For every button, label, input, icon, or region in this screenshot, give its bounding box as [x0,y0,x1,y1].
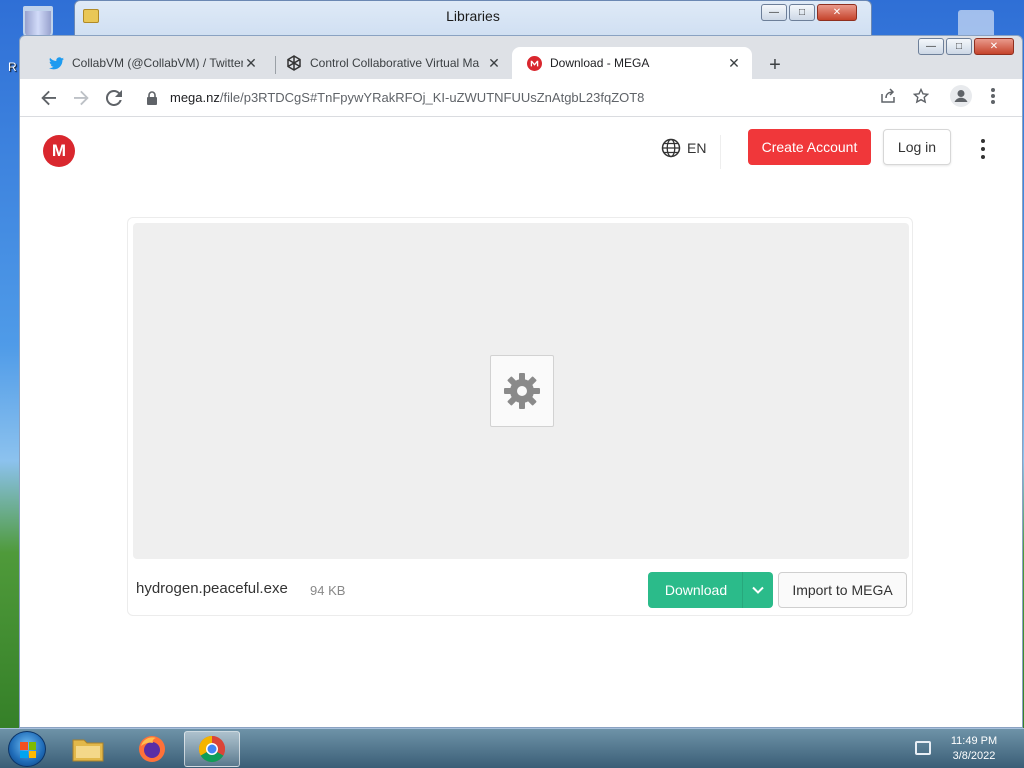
arrow-right-icon [74,90,89,106]
language-label: EN [687,140,707,156]
window-controls: — □ ✕ [761,4,857,21]
taskbar-chrome[interactable] [184,731,240,767]
download-label: Download [664,582,728,598]
mega-page: M EN Create Account Log in hydrogen.peac… [20,117,1022,727]
tab-strip: CollabVM (@CollabVM) / Twitter ✕ Control… [20,44,1022,79]
close-tab-icon[interactable]: ✕ [486,55,502,72]
tab-title: CollabVM (@CollabVM) / Twitter [72,56,243,70]
maximize-button[interactable]: □ [789,4,815,21]
minimize-button[interactable]: — [761,4,787,21]
file-name: hydrogen.peaceful.exe [136,580,288,597]
new-tab-button[interactable]: + [765,55,785,75]
twitter-icon [48,55,64,71]
close-tab-icon[interactable]: ✕ [726,55,742,72]
desktop-label: R [8,60,17,74]
tab-title: Control Collaborative Virtual Ma [310,56,480,70]
close-button[interactable]: ✕ [817,4,857,21]
chrome-menu-icon[interactable] [990,87,996,110]
start-button[interactable] [8,731,46,767]
log-in-button[interactable]: Log in [883,129,951,165]
reload-icon [106,90,122,106]
url-host: mega.nz [170,90,220,105]
tab-mega[interactable]: Download - MEGA ✕ [512,47,752,79]
create-account-button[interactable]: Create Account [748,129,871,165]
mega-logo[interactable]: M [43,135,75,167]
file-type-icon [490,355,554,427]
bookmark-star-icon[interactable] [912,87,930,109]
taskbar: 11:49 PM 3/8/2022 [0,728,1024,768]
forward-button[interactable] [70,87,92,109]
url-text[interactable]: mega.nz/file/p3RTDCgS#TnFpywYRakRFOj_KI-… [170,90,644,105]
gear-icon [504,373,540,409]
tab-collabvm[interactable]: Control Collaborative Virtual Ma ✕ [272,47,512,79]
back-button[interactable] [38,87,60,109]
tab-title: Download - MEGA [550,56,650,70]
chrome-icon [198,735,226,763]
network-icon[interactable] [915,741,931,755]
window-title: Libraries [446,8,500,24]
reload-button[interactable] [103,87,125,109]
file-size: 94 KB [310,583,346,598]
mega-icon [526,55,542,71]
address-bar[interactable]: mega.nz/file/p3RTDCgS#TnFpywYRakRFOj_KI-… [138,83,988,113]
folder-icon [72,739,104,762]
download-button[interactable]: Download [648,572,773,608]
windows-logo-icon [20,742,36,758]
file-card: hydrogen.peaceful.exe 94 KB Download Imp… [127,217,913,616]
profile-avatar[interactable] [950,85,972,112]
browser-toolbar: mega.nz/file/p3RTDCgS#TnFpywYRakRFOj_KI-… [20,79,1022,117]
chrome-window: — □ ✕ CollabVM (@CollabVM) / Twitter ✕ C… [19,35,1023,728]
chevron-down-icon[interactable] [743,586,773,594]
clock-time: 11:49 PM [950,735,998,747]
close-tab-icon[interactable]: ✕ [243,55,259,72]
url-path: /file/p3RTDCgS#TnFpywYRakRFOj_KI-uZWUTNF… [219,90,645,105]
more-menu-icon[interactable] [975,139,991,159]
taskbar-explorer[interactable] [60,731,116,767]
share-icon[interactable] [880,88,896,109]
collabvm-icon [286,55,302,71]
arrow-left-icon [41,90,56,106]
tab-twitter[interactable]: CollabVM (@CollabVM) / Twitter ✕ [34,47,269,79]
header-divider [720,135,721,169]
language-selector[interactable]: EN [661,138,706,158]
clock-date: 3/8/2022 [952,750,996,762]
taskbar-firefox[interactable] [124,731,180,767]
firefox-icon [139,736,165,762]
system-clock[interactable]: 11:49 PM 3/8/2022 [944,734,1004,764]
file-preview [133,223,909,559]
lock-icon[interactable] [146,91,158,110]
globe-icon [661,138,681,158]
import-to-mega-button[interactable]: Import to MEGA [778,572,907,608]
